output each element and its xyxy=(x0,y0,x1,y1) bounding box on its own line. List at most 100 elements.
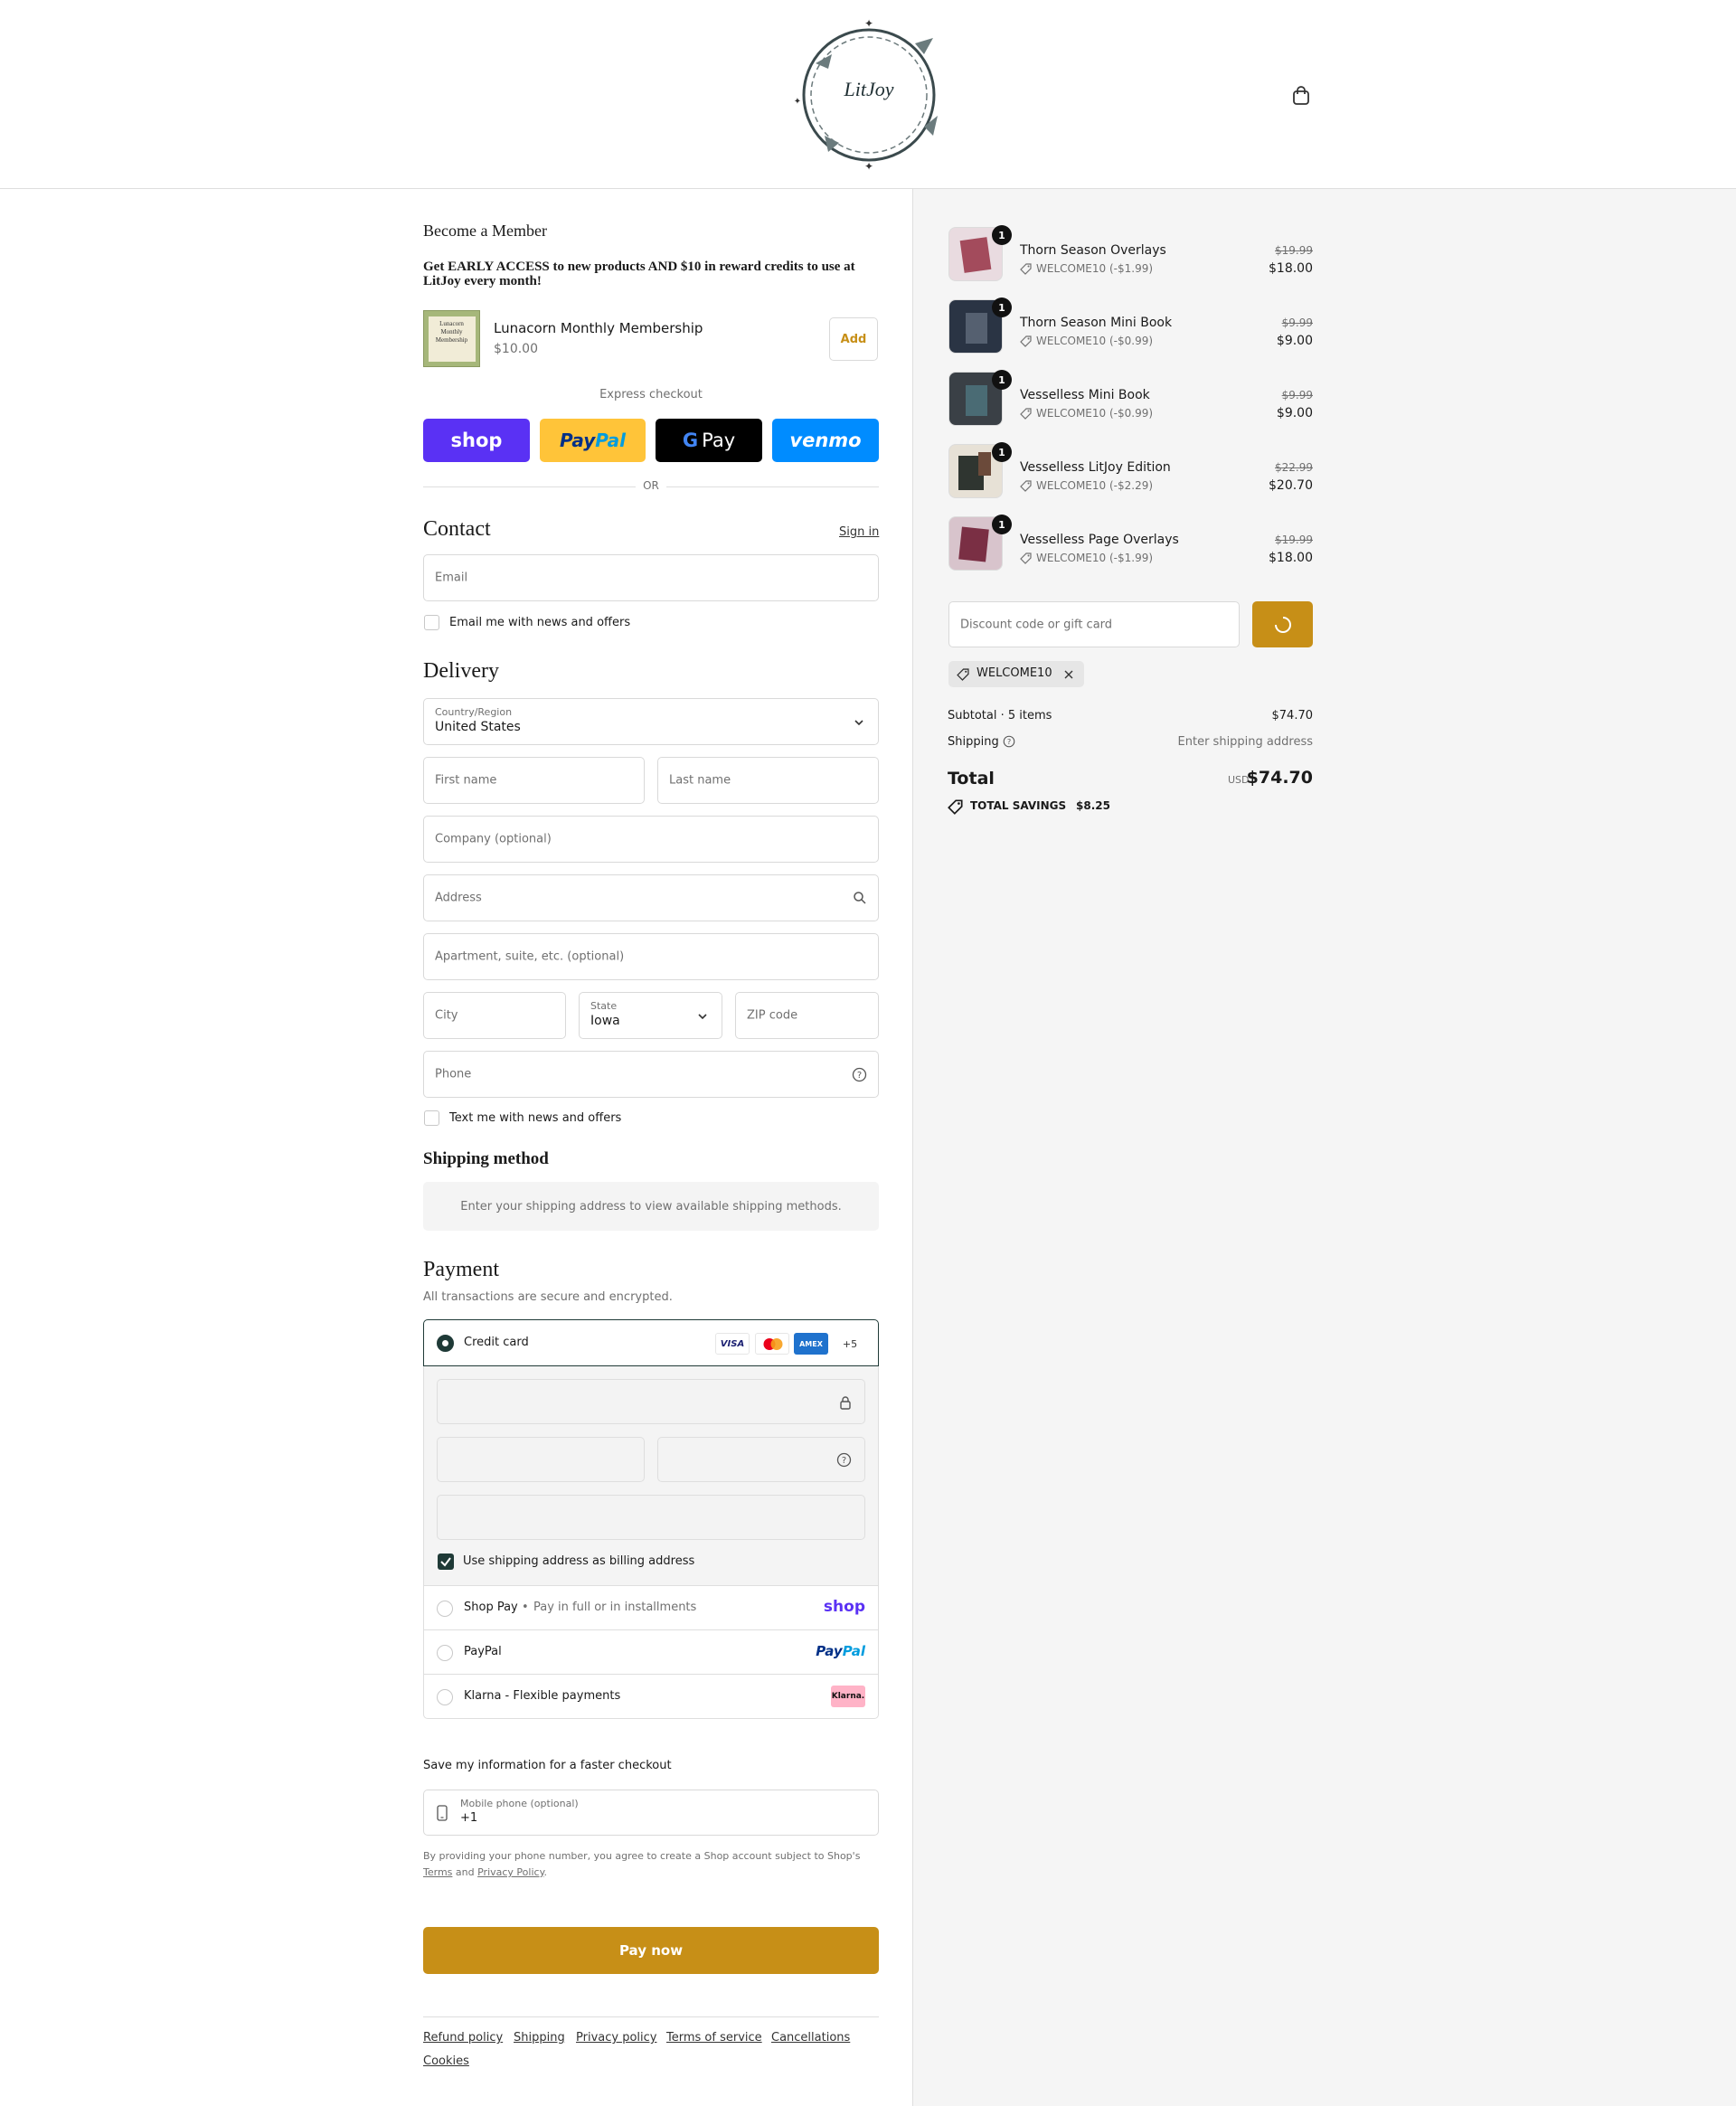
privacy-policy-footer-link[interactable]: Privacy policy xyxy=(576,2031,656,2045)
product-discount: WELCOME10 (-$0.99) xyxy=(1020,407,1153,420)
product-discount: WELCOME10 (-$1.99) xyxy=(1020,552,1153,564)
pay-now-button[interactable]: Pay now xyxy=(423,1927,879,1974)
city-field[interactable]: City xyxy=(423,992,566,1039)
company-placeholder: Company (optional) xyxy=(435,832,552,846)
chevron-down-icon xyxy=(698,1014,707,1020)
terms-of-service-link[interactable]: Terms of service xyxy=(666,2031,762,2045)
help-circle-icon[interactable]: ? xyxy=(852,1067,867,1082)
bullet-separator: • xyxy=(522,1601,529,1614)
payment-heading: Payment xyxy=(423,1258,499,1281)
membership-product-name: Lunacorn Monthly Membership xyxy=(494,320,703,336)
mobile-phone-value: +1 xyxy=(460,1811,478,1825)
sign-in-link[interactable]: Sign in xyxy=(839,525,879,539)
litjoy-logo[interactable]: LitJoy ✦ ✦ ✦ xyxy=(788,18,949,172)
tag-icon xyxy=(1020,407,1032,420)
credit-card-radio[interactable] xyxy=(437,1335,454,1352)
product-discount: WELCOME10 (-$2.29) xyxy=(1020,479,1153,492)
product-price: $9.00 xyxy=(1276,406,1313,420)
checkmark-icon xyxy=(440,1557,451,1567)
shop-pay-sub-label: Pay in full or in installments xyxy=(533,1601,697,1614)
mastercard-icon xyxy=(755,1333,789,1355)
credit-card-option[interactable]: Credit card VISA AMEX +5 xyxy=(423,1319,879,1366)
paypal-label: PayPal xyxy=(464,1645,502,1658)
more-cards-badge: +5 xyxy=(842,1337,858,1350)
refund-policy-link[interactable]: Refund policy xyxy=(423,2031,503,2045)
shipping-policy-link[interactable]: Shipping xyxy=(514,2031,565,2045)
total-label: Total xyxy=(948,769,995,789)
zip-placeholder: ZIP code xyxy=(747,1008,798,1023)
address-field[interactable]: Address xyxy=(423,874,879,921)
zip-field[interactable]: ZIP code xyxy=(735,992,879,1039)
quantity-badge: 1 xyxy=(992,225,1012,245)
svg-text:✦: ✦ xyxy=(794,97,801,107)
card-cvv-field[interactable]: ? xyxy=(657,1437,865,1482)
help-circle-icon[interactable]: ? xyxy=(1003,735,1015,748)
shipping-value: Enter shipping address xyxy=(1177,735,1313,749)
apartment-field[interactable]: Apartment, suite, etc. (optional) xyxy=(423,933,879,980)
google-g-icon: G xyxy=(682,430,699,451)
svg-text:✦: ✦ xyxy=(864,18,873,30)
shop-pay-label: Shop Pay xyxy=(464,1601,518,1614)
save-info-heading: Save my information for a faster checkou… xyxy=(423,1759,672,1772)
quantity-badge: 1 xyxy=(992,442,1012,462)
quantity-badge: 1 xyxy=(992,297,1012,317)
total-value: $74.70 xyxy=(1246,768,1313,788)
product-name: Thorn Season Overlays xyxy=(1020,243,1166,258)
add-membership-button[interactable]: Add xyxy=(829,317,878,361)
text-news-checkbox[interactable] xyxy=(424,1110,439,1126)
shop-pay-radio[interactable] xyxy=(437,1601,453,1617)
applied-code-label: WELCOME10 xyxy=(976,666,1052,680)
paypal-express-button[interactable]: Pay Pal xyxy=(540,419,646,462)
help-circle-icon[interactable]: ? xyxy=(836,1452,852,1468)
venmo-logo: venmo xyxy=(789,430,862,451)
shop-pay-option[interactable]: Shop Pay • Pay in full or in installment… xyxy=(423,1585,879,1630)
state-select[interactable]: State Iowa xyxy=(579,992,722,1039)
product-price: $18.00 xyxy=(1269,261,1313,276)
card-name-field[interactable] xyxy=(437,1495,865,1540)
discount-code-field[interactable]: Discount code or gift card xyxy=(948,601,1240,647)
phone-field[interactable]: Phone ? xyxy=(423,1051,879,1098)
discount-code-placeholder: Discount code or gift card xyxy=(960,618,1113,631)
svg-text:?: ? xyxy=(842,1456,846,1466)
privacy-policy-link[interactable]: Privacy Policy xyxy=(477,1866,543,1878)
company-field[interactable]: Company (optional) xyxy=(423,816,879,863)
paypal-logo-part2: Pal xyxy=(595,430,627,451)
first-name-field[interactable]: First name xyxy=(423,757,645,804)
cookies-link[interactable]: Cookies xyxy=(423,2054,469,2068)
terms-link[interactable]: Terms xyxy=(423,1866,452,1878)
shop-pay-express-button[interactable]: shop xyxy=(423,419,530,462)
country-select[interactable]: Country/Region United States xyxy=(423,698,879,745)
billing-address-label: Use shipping address as billing address xyxy=(463,1554,695,1568)
google-pay-express-button[interactable]: G Pay xyxy=(656,419,762,462)
product-original-price: $19.99 xyxy=(1275,244,1313,257)
last-name-field[interactable]: Last name xyxy=(657,757,879,804)
credit-card-label: Credit card xyxy=(464,1336,529,1349)
tag-icon xyxy=(1020,262,1032,275)
billing-address-checkbox[interactable] xyxy=(438,1554,454,1570)
shipping-label: Shipping xyxy=(948,735,999,749)
membership-promo: Get EARLY ACCESS to new products AND $10… xyxy=(423,260,855,288)
mobile-phone-field[interactable]: Mobile phone (optional) +1 xyxy=(423,1790,879,1836)
product-original-price: $22.99 xyxy=(1275,461,1313,474)
loading-spinner-icon xyxy=(1275,617,1291,633)
payment-subtitle: All transactions are secure and encrypte… xyxy=(423,1290,673,1304)
klarna-option[interactable]: Klarna - Flexible payments Klarna. xyxy=(423,1674,879,1719)
contact-heading: Contact xyxy=(423,517,491,541)
product-original-price: $9.99 xyxy=(1281,389,1313,401)
cancellations-link[interactable]: Cancellations xyxy=(771,2031,850,2045)
paypal-option[interactable]: PayPal PayPal xyxy=(423,1629,879,1675)
email-field[interactable]: Email xyxy=(423,554,879,601)
paypal-radio[interactable] xyxy=(437,1645,453,1661)
klarna-radio[interactable] xyxy=(437,1689,453,1705)
product-original-price: $9.99 xyxy=(1281,316,1313,329)
close-icon[interactable] xyxy=(1063,669,1074,680)
card-number-field[interactable] xyxy=(437,1379,865,1424)
card-expiry-field[interactable] xyxy=(437,1437,645,1482)
apply-discount-button[interactable] xyxy=(1252,601,1313,647)
site-header: LitJoy ✦ ✦ ✦ xyxy=(0,0,1736,189)
venmo-express-button[interactable]: venmo xyxy=(772,419,879,462)
email-news-checkbox[interactable] xyxy=(424,615,439,630)
klarna-label: Klarna - Flexible payments xyxy=(464,1689,621,1703)
shopping-bag-icon[interactable] xyxy=(1290,85,1312,107)
svg-text:?: ? xyxy=(1007,737,1011,746)
